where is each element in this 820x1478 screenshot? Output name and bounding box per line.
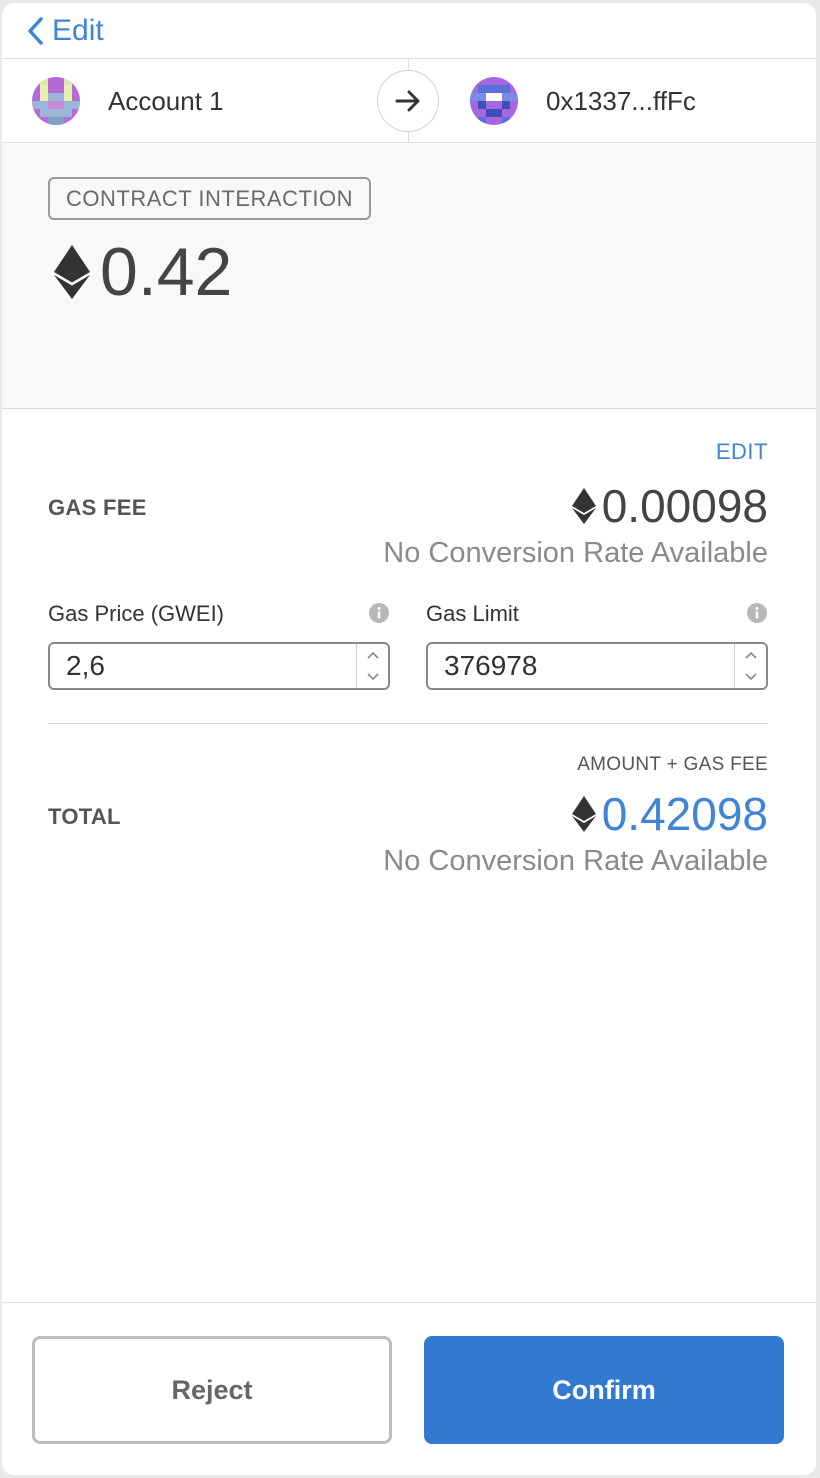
gas-limit-decrement[interactable]: [735, 666, 766, 688]
gas-fee-conversion: No Conversion Rate Available: [383, 537, 768, 569]
gas-price-increment[interactable]: [357, 644, 388, 666]
chevron-down-icon: [744, 673, 757, 681]
recipient-avatar: [470, 77, 518, 125]
info-icon[interactable]: [747, 603, 767, 623]
total-value: 0.42098: [601, 788, 768, 840]
gas-price-decrement[interactable]: [357, 666, 388, 688]
total-label: TOTAL: [48, 804, 121, 829]
transaction-summary: CONTRACT INTERACTION 0.42: [2, 144, 816, 409]
back-edit-button[interactable]: Edit: [26, 15, 104, 47]
gas-fee-amount: 0.00098: [571, 480, 768, 532]
gas-limit-stepper: [734, 644, 766, 688]
account-route: Account 1 0x1337...ffFc: [2, 59, 816, 143]
recipient-address: 0x1337...ffFc: [546, 85, 696, 116]
recipient-account[interactable]: 0x1337...ffFc: [470, 59, 696, 143]
chevron-down-icon: [366, 673, 379, 681]
ethereum-icon: [571, 488, 596, 524]
total-amount: 0.42098: [571, 788, 768, 840]
total-caption: AMOUNT + GAS FEE: [577, 754, 768, 775]
arrow-right-icon: [395, 90, 420, 112]
gas-limit-label: Gas Limit: [426, 601, 519, 626]
chevron-up-icon: [366, 651, 379, 659]
gas-price-stepper: [356, 644, 388, 688]
sender-account[interactable]: Account 1: [32, 59, 224, 143]
total-conversion: No Conversion Rate Available: [383, 845, 768, 877]
transaction-amount: 0.42: [54, 234, 232, 310]
details-divider: [48, 723, 768, 724]
gas-fee-label: GAS FEE: [48, 495, 147, 520]
back-edit-label: Edit: [52, 14, 104, 47]
amount-value: 0.42: [100, 234, 233, 310]
chevron-left-icon: [28, 17, 43, 45]
identicon-icon: [470, 77, 518, 125]
gas-limit-field: [426, 642, 768, 690]
gas-limit-input[interactable]: [428, 644, 733, 688]
identicon-icon: [32, 77, 80, 125]
gas-price-label: Gas Price (GWEI): [48, 601, 225, 626]
footer-divider: [2, 1302, 816, 1303]
transfer-arrow: [377, 70, 439, 132]
gas-fee-value: 0.00098: [601, 480, 768, 532]
info-icon[interactable]: [369, 603, 389, 623]
gas-price-field: [48, 642, 390, 690]
method-badge: CONTRACT INTERACTION: [48, 177, 372, 220]
sender-avatar: [32, 77, 80, 125]
page-header: Edit: [2, 3, 816, 59]
gas-price-input[interactable]: [50, 644, 355, 688]
chevron-up-icon: [744, 651, 757, 659]
ethereum-icon: [571, 796, 596, 832]
ethereum-icon: [54, 245, 90, 299]
gas-limit-increment[interactable]: [735, 644, 766, 666]
confirm-button[interactable]: Confirm: [424, 1336, 784, 1444]
reject-button[interactable]: Reject: [32, 1336, 392, 1444]
confirm-transaction-panel: Edit Account 1 0x1337...ffFc CONTRACT IN…: [2, 3, 816, 1475]
edit-gas-link[interactable]: EDIT: [716, 439, 768, 465]
sender-account-name: Account 1: [108, 85, 224, 116]
